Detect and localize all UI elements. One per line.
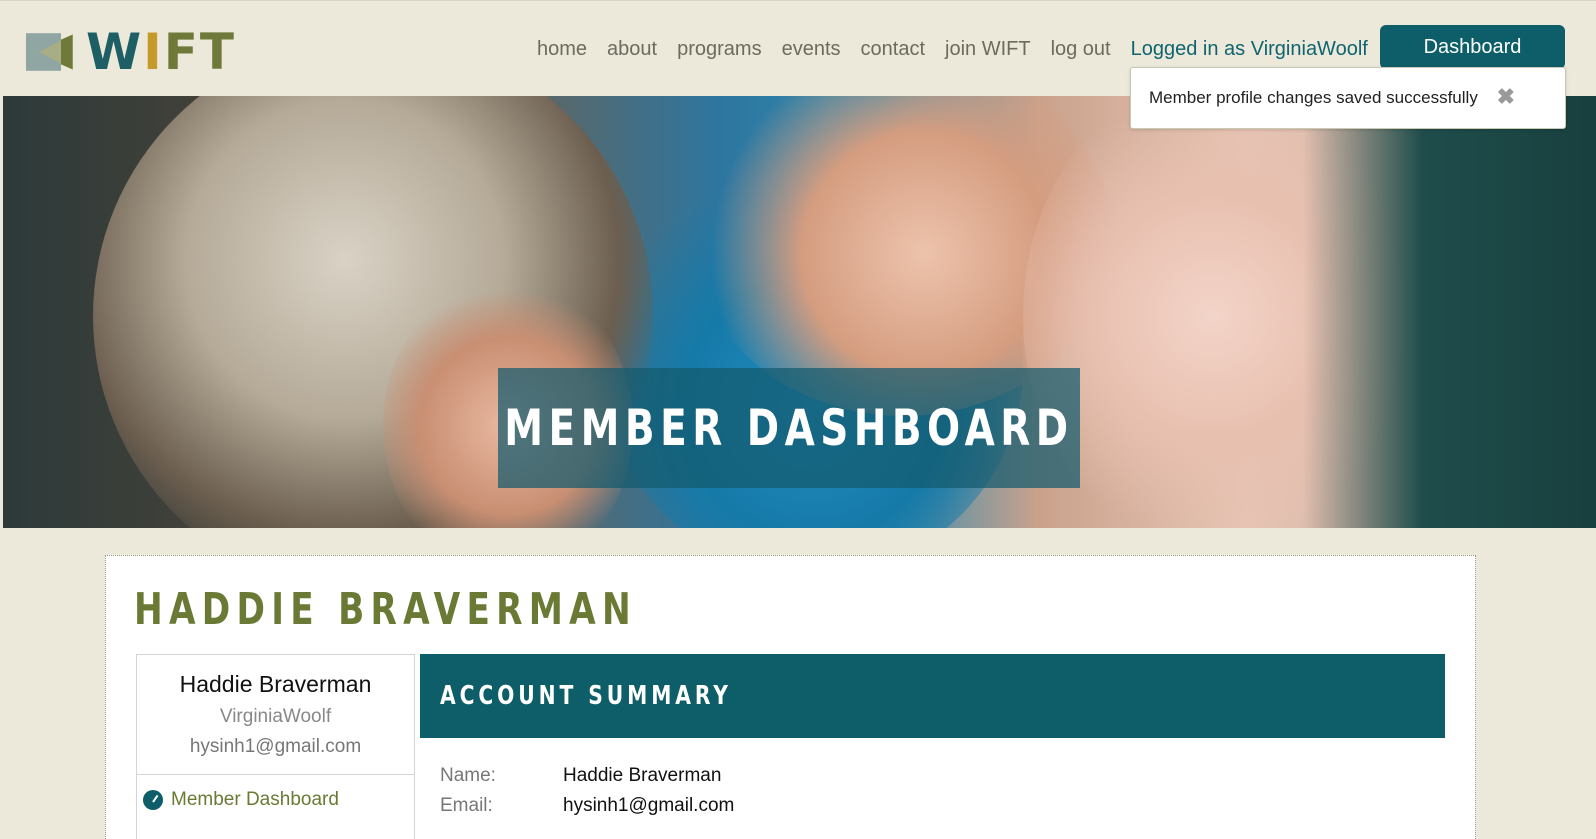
summary-label: Name: [440,765,496,786]
dashboard-gauge-icon [143,790,163,810]
main-nav: home about programs events contact join … [537,38,1368,61]
account-summary-details: Name: Haddie Braverman Email: hysinh1@gm… [440,761,1340,821]
member-heading: HADDIE BRAVERMAN [134,584,637,635]
wift-logo[interactable]: WIFT [26,23,236,81]
account-summary-header: ACCOUNT SUMMARY [420,654,1445,738]
success-toast: Member profile changes saved successfull… [1130,67,1566,129]
profile-email: hysinh1@gmail.com [189,736,362,757]
nav-programs[interactable]: programs [677,38,761,61]
sidebar-item-member-dashboard[interactable]: Member Dashboard [137,775,414,811]
logged-in-link[interactable]: Logged in as VirginiaWoolf [1131,38,1368,61]
nav-join[interactable]: join WIFT [945,38,1031,61]
hero-title: MEMBER DASHBOARD [504,399,1074,457]
hero-banner: MEMBER DASHBOARD [3,96,1596,528]
logo-mark-icon [26,33,73,71]
profile-username: VirginiaWoolf [219,706,332,727]
summary-value: hysinh1@gmail.com [563,795,735,816]
profile-sidebar: Haddie Braverman VirginiaWoolf hysinh1@g… [136,654,415,839]
profile-summary: Haddie Braverman VirginiaWoolf hysinh1@g… [137,655,414,775]
member-card: HADDIE BRAVERMAN Haddie Braverman Virgin… [105,555,1476,839]
close-icon[interactable]: ✖ [1497,84,1515,110]
logo-text: WIFT [85,23,236,81]
toast-message: Member profile changes saved successfull… [1149,88,1478,107]
sidebar-item-label: Member Dashboard [171,789,339,810]
summary-label: Email: [440,795,493,816]
hero-photo-shape [1303,96,1596,528]
profile-name: Haddie Braverman [179,671,372,697]
nav-events[interactable]: events [782,38,841,61]
nav-home[interactable]: home [537,38,587,61]
hero-title-box: MEMBER DASHBOARD [498,368,1080,488]
nav-logout[interactable]: log out [1051,38,1111,61]
dashboard-button[interactable]: Dashboard [1380,25,1565,69]
summary-row: Name: Haddie Braverman [440,761,1340,791]
nav-contact[interactable]: contact [861,38,925,61]
summary-row: Email: hysinh1@gmail.com [440,791,1340,821]
nav-about[interactable]: about [607,38,657,61]
account-summary-title: ACCOUNT SUMMARY [440,681,732,711]
summary-value: Haddie Braverman [563,765,722,786]
